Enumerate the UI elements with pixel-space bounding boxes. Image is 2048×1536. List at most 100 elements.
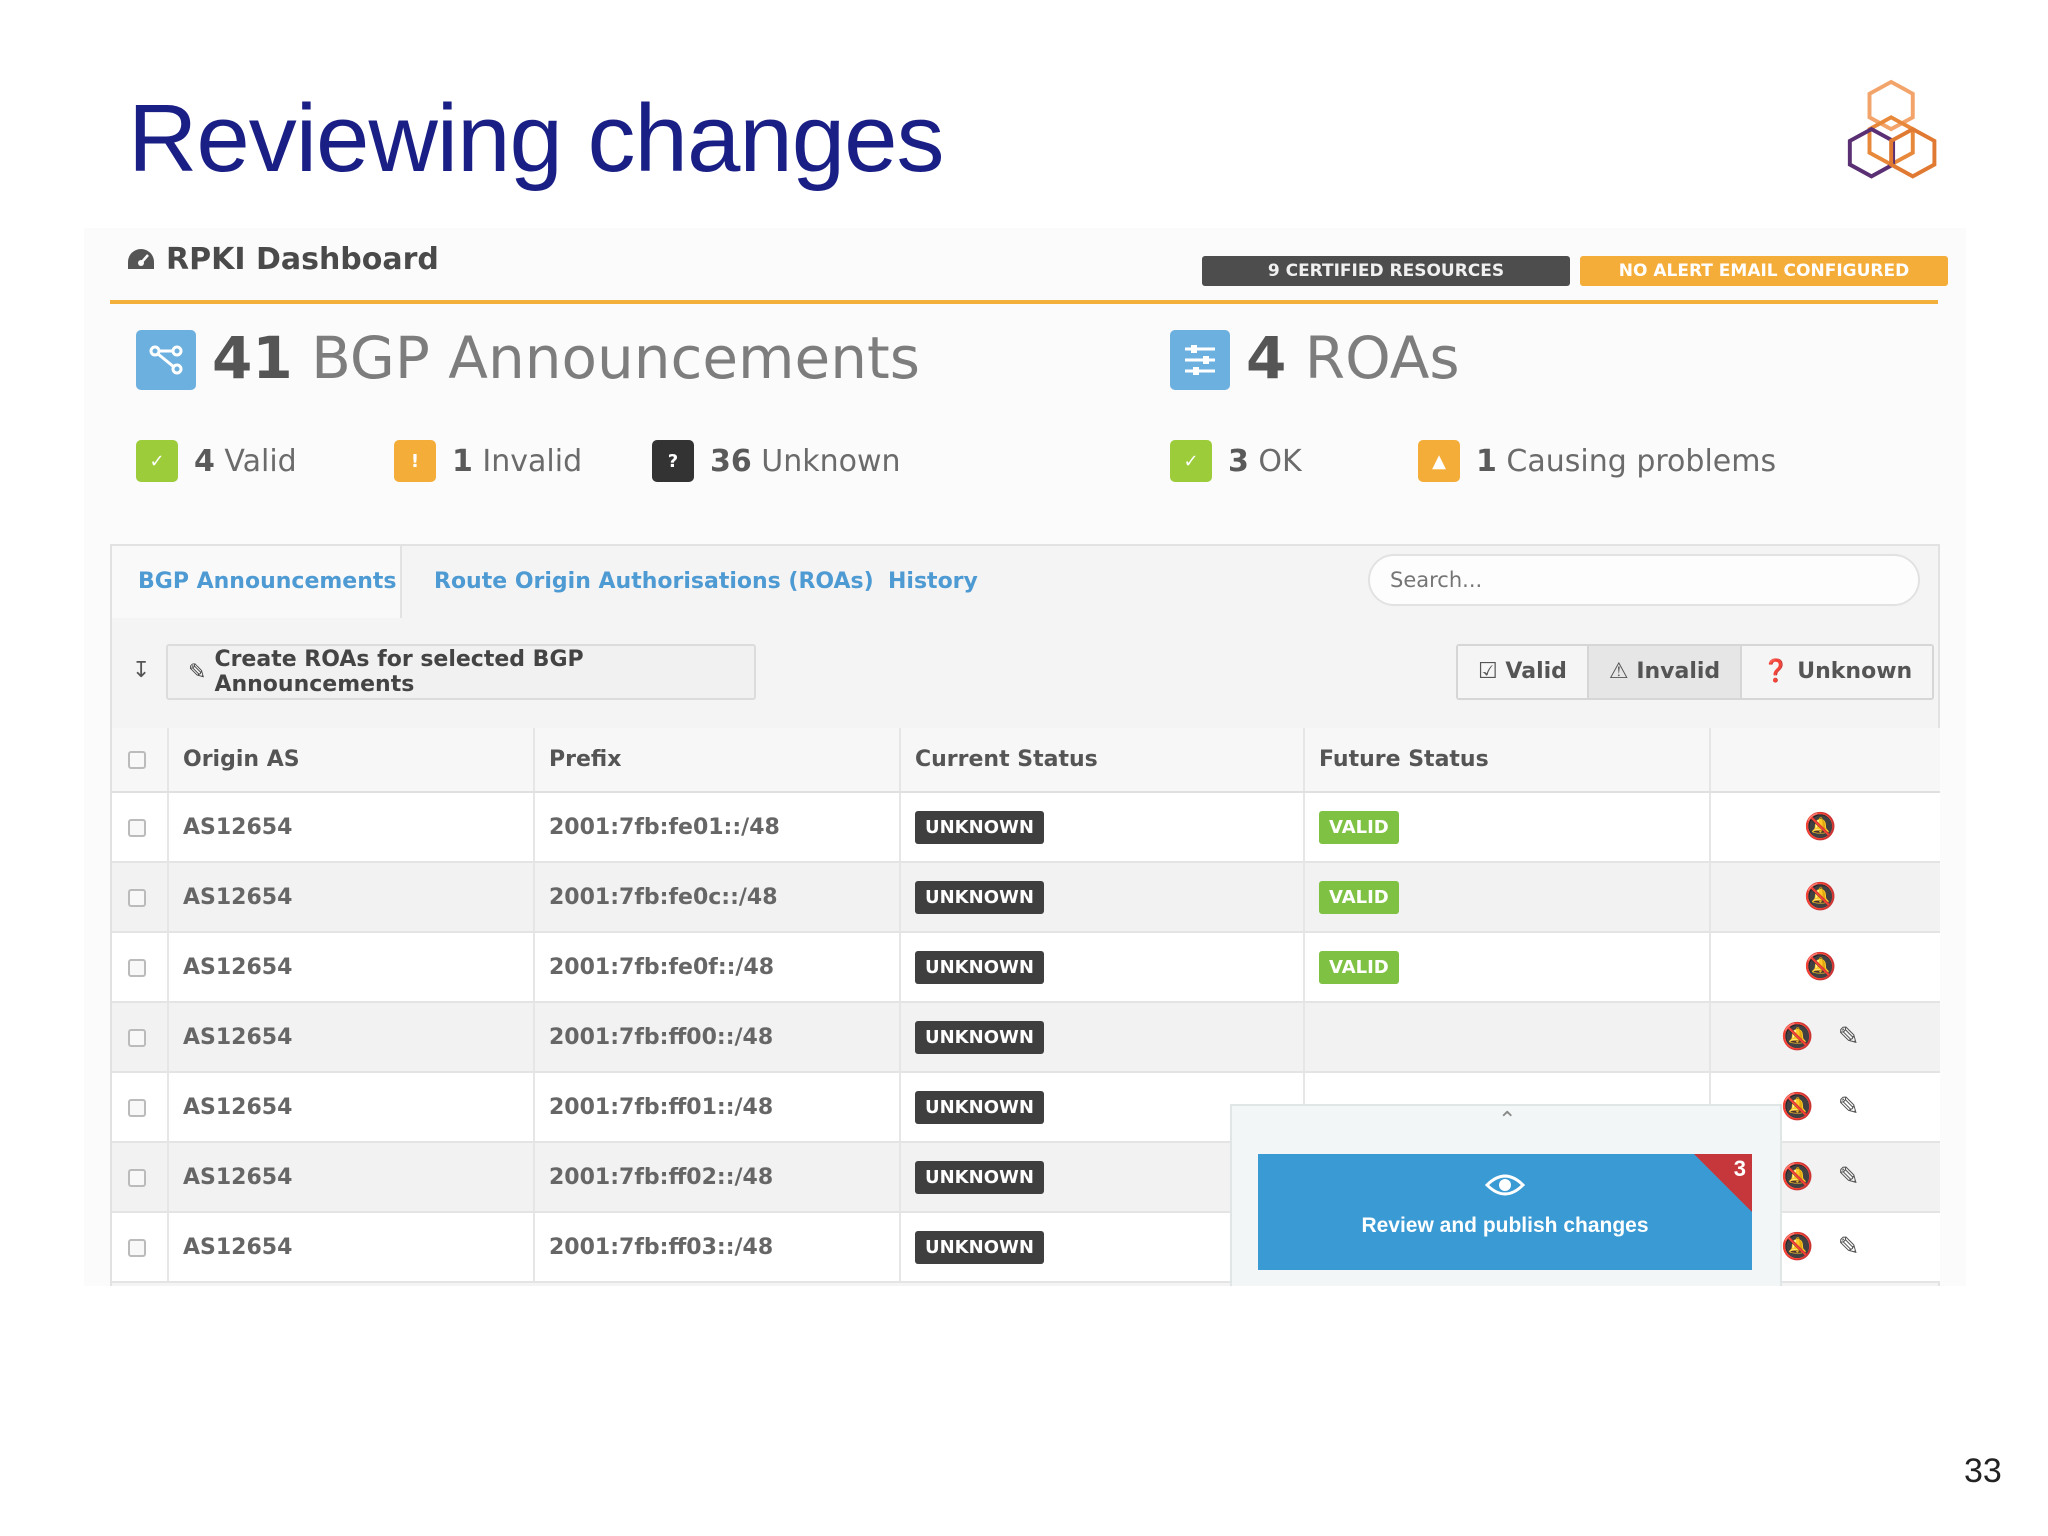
prefix-cell: 2001:7fb:fe01::/48 xyxy=(534,792,901,863)
filter-unknown-button[interactable]: ❓ Unknown xyxy=(1742,646,1933,698)
dashboard-title: RPKI Dashboard xyxy=(126,242,439,277)
origin-as-cell: AS12654 xyxy=(168,1002,535,1073)
certified-resources-badge[interactable]: 9 CERTIFIED RESOURCES xyxy=(1202,256,1570,286)
collapse-chevron-icon[interactable]: ⌃ xyxy=(1498,1108,1516,1133)
review-publish-button[interactable]: Review and publish changes 3 xyxy=(1258,1154,1752,1270)
status-filter-group: ☑ Valid ⚠ Invalid ❓ Unknown xyxy=(1456,644,1935,700)
stat-causing-problems[interactable]: ▲ 1 Causing problems xyxy=(1418,440,1776,482)
page-number: 33 xyxy=(1964,1452,2002,1490)
stat-problems-label: Causing problems xyxy=(1506,443,1777,479)
stat-valid-label: Valid xyxy=(224,443,297,479)
stat-ok-count: 3 xyxy=(1228,443,1249,479)
col-actions xyxy=(1710,728,1940,793)
future-status-label: VALID xyxy=(1319,810,1399,844)
future-status-label: VALID xyxy=(1319,880,1399,914)
magic-wand-icon: ✎ xyxy=(188,659,207,685)
col-current-status[interactable]: Current Status xyxy=(900,728,1305,793)
future-status-cell: VALID xyxy=(1304,792,1711,863)
mute-alert-icon[interactable]: 🔕 xyxy=(1781,1022,1823,1052)
row-checkbox[interactable] xyxy=(128,958,146,977)
row-checkbox[interactable] xyxy=(128,888,146,907)
future-status-label: VALID xyxy=(1319,950,1399,984)
stat-valid[interactable]: ✓ 4 Valid xyxy=(136,440,297,482)
mute-alert-icon[interactable]: 🔕 xyxy=(1781,1232,1823,1262)
col-origin-as[interactable]: Origin AS xyxy=(168,728,535,793)
row-checkbox[interactable] xyxy=(128,1238,146,1257)
current-status-label: UNKNOWN xyxy=(915,1020,1044,1054)
stat-unknown[interactable]: ? 36 Unknown xyxy=(652,440,901,482)
row-select-cell xyxy=(112,1212,169,1283)
col-prefix[interactable]: Prefix xyxy=(534,728,901,793)
row-select-cell xyxy=(112,1072,169,1143)
magic-wand-icon[interactable]: ✎ xyxy=(1838,1022,1870,1052)
roa-sliders-icon xyxy=(1170,330,1230,390)
table-header-row: Origin AS Prefix Current Status Future S… xyxy=(112,728,1940,793)
mute-alert-icon[interactable]: 🔕 xyxy=(1804,952,1846,982)
mute-alert-icon[interactable]: 🔕 xyxy=(1781,1162,1823,1192)
origin-as-cell: AS12654 xyxy=(168,792,535,863)
dashboard-header: RPKI Dashboard 9 CERTIFIED RESOURCES NO … xyxy=(110,228,1948,304)
check-square-icon: ☑ xyxy=(1478,659,1498,684)
origin-as-cell: AS12654 xyxy=(168,862,535,933)
prefix-cell: 2001:7fb:ff03::/48 xyxy=(534,1212,901,1283)
row-checkbox[interactable] xyxy=(128,1028,146,1047)
current-status-label: UNKNOWN xyxy=(915,810,1044,844)
filter-valid-button[interactable]: ☑ Valid xyxy=(1458,646,1589,698)
sort-icon[interactable]: ↧ xyxy=(132,658,150,683)
prefix-cell: 2001:7fb:ff02::/48 xyxy=(534,1142,901,1213)
roas-total: 4 ROAs xyxy=(1246,324,1460,392)
col-future-status[interactable]: Future Status xyxy=(1304,728,1711,793)
current-status-label: UNKNOWN xyxy=(915,1090,1044,1124)
tab-roas[interactable]: Route Origin Authorisations (ROAs) xyxy=(434,546,874,618)
filter-valid-label: Valid xyxy=(1505,659,1567,684)
row-checkbox[interactable] xyxy=(128,818,146,837)
tab-history[interactable]: History xyxy=(888,546,978,618)
origin-as-cell: AS12654 xyxy=(168,932,535,1003)
tab-bar: BGP Announcements Route Origin Authorisa… xyxy=(112,546,1938,618)
dashboard-title-text: RPKI Dashboard xyxy=(166,242,439,277)
select-all-checkbox[interactable] xyxy=(128,751,146,769)
table-row: AS12654 2001:7fb:fe0c::/48 UNKNOWN VALID… xyxy=(112,862,1940,933)
ok-check-icon: ✓ xyxy=(1170,440,1212,482)
mute-alert-icon[interactable]: 🔕 xyxy=(1804,882,1846,912)
bgp-label: BGP Announcements xyxy=(311,324,920,392)
warning-icon: ⚠ xyxy=(1608,659,1629,684)
create-roas-button[interactable]: ✎ Create ROAs for selected BGP Announcem… xyxy=(166,644,756,700)
slide-title: Reviewing changes xyxy=(128,85,944,192)
current-status-label: UNKNOWN xyxy=(915,1160,1044,1194)
filter-invalid-button[interactable]: ⚠ Invalid xyxy=(1588,646,1743,698)
table-row: AS12654 2001:7fb:ff00::/48 UNKNOWN 🔕 ✎ xyxy=(112,1002,1940,1073)
select-all-cell xyxy=(112,728,169,793)
mute-alert-icon[interactable]: 🔕 xyxy=(1781,1092,1823,1122)
question-circle-icon: ❓ xyxy=(1762,659,1790,684)
magic-wand-icon[interactable]: ✎ xyxy=(1838,1232,1870,1262)
stat-invalid-label: Invalid xyxy=(482,443,583,479)
eye-icon xyxy=(1485,1174,1525,1196)
stat-unknown-label: Unknown xyxy=(761,443,901,479)
mute-alert-icon[interactable]: 🔕 xyxy=(1804,812,1846,842)
pending-count-badge: 3 xyxy=(1733,1156,1746,1181)
row-checkbox[interactable] xyxy=(128,1098,146,1117)
stat-ok[interactable]: ✓ 3 OK xyxy=(1170,440,1302,482)
tab-bgp-announcements[interactable]: BGP Announcements xyxy=(112,546,402,618)
future-status-cell: VALID xyxy=(1304,932,1711,1003)
magic-wand-icon[interactable]: ✎ xyxy=(1838,1162,1870,1192)
bgp-routes-icon xyxy=(136,330,196,390)
table-row: AS12654 2001:7fb:fe0f::/48 UNKNOWN VALID… xyxy=(112,932,1940,1003)
filter-invalid-label: Invalid xyxy=(1636,659,1721,684)
magic-wand-icon[interactable]: ✎ xyxy=(1838,1092,1870,1122)
stat-invalid[interactable]: ! 1 Invalid xyxy=(394,440,582,482)
stat-invalid-count: 1 xyxy=(452,443,473,479)
row-checkbox[interactable] xyxy=(128,1168,146,1187)
prefix-cell: 2001:7fb:fe0c::/48 xyxy=(534,862,901,933)
invalid-exclamation-icon: ! xyxy=(394,440,436,482)
stat-problems-count: 1 xyxy=(1476,443,1497,479)
prefix-cell: 2001:7fb:fe0f::/48 xyxy=(534,932,901,1003)
future-status-cell: VALID xyxy=(1304,862,1711,933)
stat-unknown-count: 36 xyxy=(710,443,752,479)
search-input[interactable] xyxy=(1368,554,1920,606)
alert-email-badge[interactable]: NO ALERT EMAIL CONFIGURED xyxy=(1580,256,1948,286)
row-select-cell xyxy=(112,792,169,863)
bgp-announcements-total: 41 BGP Announcements xyxy=(212,324,920,392)
current-status-label: UNKNOWN xyxy=(915,950,1044,984)
